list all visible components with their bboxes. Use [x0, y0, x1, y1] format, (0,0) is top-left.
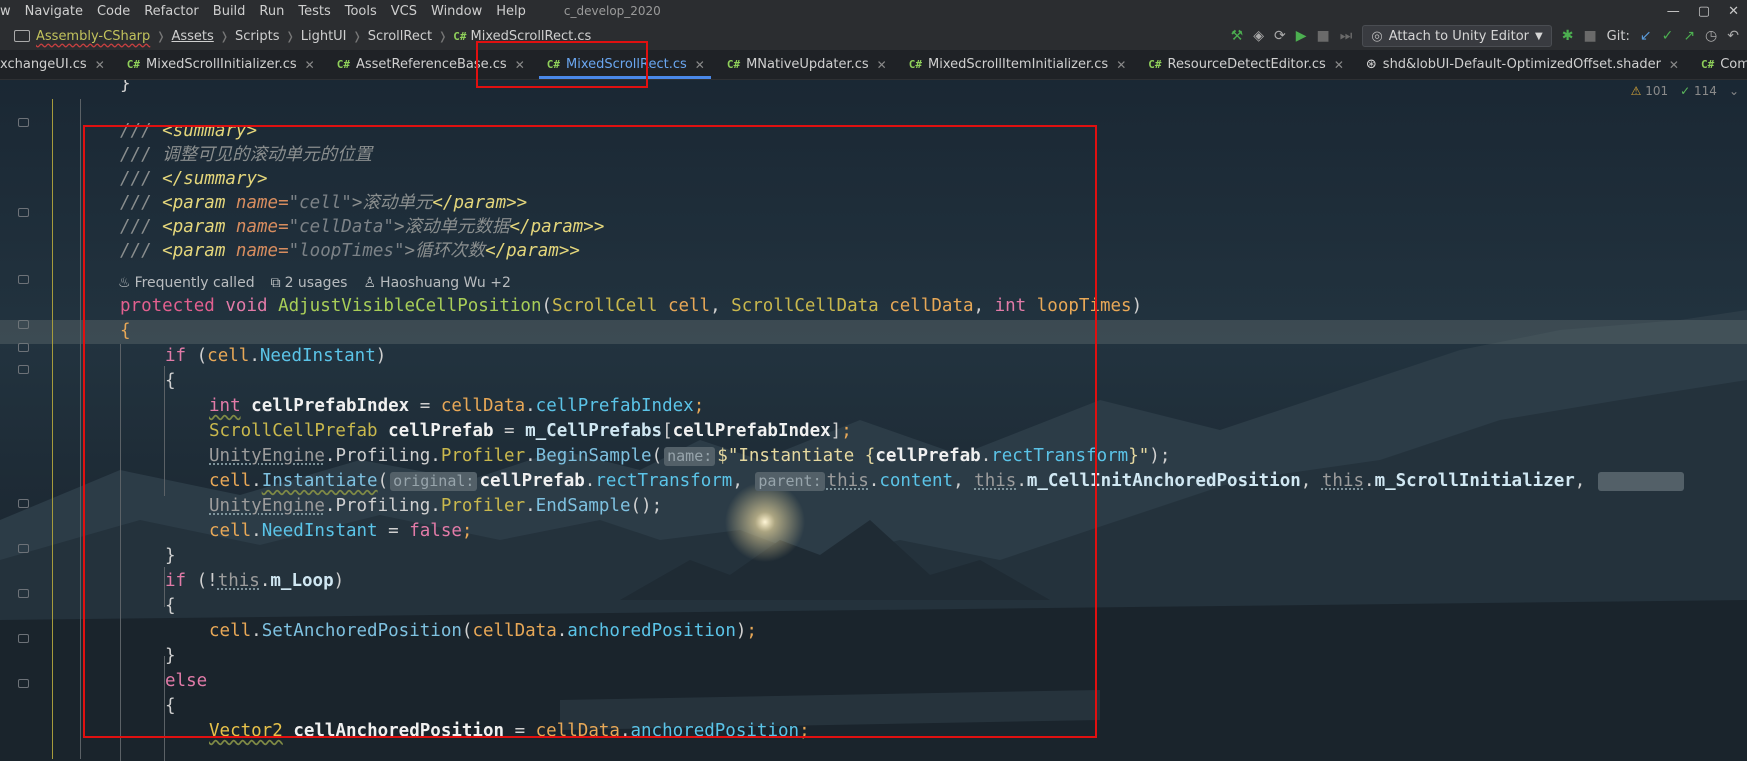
attach-label: Attach to Unity Editor [1388, 28, 1529, 44]
menu-item-window[interactable]: w [0, 4, 11, 19]
chevron-right-icon: ❭ [219, 29, 230, 43]
menu-item-navigate[interactable]: Navigate [25, 4, 83, 19]
rollback-icon[interactable]: ↶ [1727, 28, 1739, 44]
csharp-file-icon: C# [726, 58, 741, 71]
step-icon[interactable]: ⏭ [1340, 28, 1353, 44]
tab-resourcedetecteditor[interactable]: C# ResourceDetectEditor.cs ✕ [1136, 50, 1354, 79]
breadcrumb-assets[interactable]: Assets [171, 29, 213, 44]
close-icon[interactable]: ✕ [95, 58, 105, 72]
menu-item-tools[interactable]: Tools [345, 4, 377, 19]
window-controls: — ▢ ✕ [1667, 0, 1739, 22]
warnings-count-value: 101 [1645, 84, 1669, 98]
navigation-bar: Assembly-CSharp ❭ Assets ❭ Scripts ❭ Lig… [0, 22, 1747, 51]
project-title: c_develop_2020 [563, 4, 661, 18]
chevron-right-icon: ❭ [352, 29, 362, 43]
tab-mixedscrolliteminitializer[interactable]: C# MixedScrollItemInitializer.cs ✕ [897, 50, 1137, 79]
chevron-down-icon: ▼ [1535, 30, 1543, 42]
maximize-icon[interactable]: ▢ [1698, 4, 1710, 19]
shader-file-icon: ⊛ [1365, 57, 1377, 72]
tab-commonexchangeui-itemtemplate[interactable]: C# CommonExchangeUI_ItemTemplate.cs [1689, 50, 1747, 79]
ok-count-value: 114 [1694, 84, 1717, 98]
highlight-box-code [83, 125, 1097, 738]
history-icon[interactable]: ◷ [1705, 28, 1717, 44]
highlight-box-tab [476, 41, 648, 88]
close-icon[interactable]: ✕ [695, 58, 705, 72]
ok-count: ✓ 114 [1680, 84, 1717, 98]
attach-to-unity-dropdown[interactable]: ◎ Attach to Unity Editor ▼ [1362, 25, 1552, 47]
close-window-icon[interactable]: ✕ [1728, 4, 1739, 19]
code-token: } [120, 79, 131, 94]
inspection-widget[interactable]: ⚠ 101 ✓ 114 ⌄ [1631, 84, 1739, 98]
stop-icon[interactable]: ■ [1317, 28, 1330, 44]
tab-label: xchangeUI.cs [0, 57, 87, 72]
breadcrumb-assembly[interactable]: Assembly-CSharp [36, 29, 150, 44]
tab-label: MixedScrollItemInitializer.cs [927, 57, 1109, 72]
tab-label: MixedScrollInitializer.cs [146, 57, 297, 72]
close-icon[interactable]: ✕ [305, 58, 315, 72]
chevron-right-icon: ❭ [285, 29, 295, 43]
chevron-down-icon[interactable]: ⌄ [1729, 84, 1739, 98]
warnings-count: ⚠ 101 [1631, 84, 1669, 98]
breadcrumb-scripts[interactable]: Scripts [235, 29, 279, 44]
build-hammer-icon[interactable]: ⚒ [1231, 28, 1244, 44]
git-commit-icon[interactable]: ✓ [1662, 28, 1674, 44]
unity-attach-icon[interactable]: ◈ [1253, 28, 1264, 44]
csharp-file-icon: C# [1148, 58, 1162, 71]
menu-item-run[interactable]: Run [259, 4, 284, 19]
tab-mixedscrollinitializer[interactable]: C# MixedScrollInitializer.cs ✕ [115, 50, 325, 79]
close-icon[interactable]: ✕ [877, 58, 887, 72]
check-icon: ✓ [1680, 84, 1691, 98]
menu-bar: w Navigate Code Refactor Build Run Tests… [0, 0, 1747, 22]
menu-item-refactor[interactable]: Refactor [144, 4, 199, 19]
csharp-file-icon: C# [126, 58, 141, 71]
close-icon[interactable]: ✕ [1116, 58, 1126, 72]
run-icon[interactable]: ▶ [1296, 28, 1307, 44]
toolbar: ⚒ ◈ ⟳ ▶ ■ ⏭ ◎ Attach to Unity Editor ▼ ✱… [1231, 22, 1747, 50]
chevron-right-icon: ❭ [438, 29, 448, 43]
solution-icon [14, 30, 30, 42]
attach-icon: ◎ [1371, 28, 1383, 44]
warning-icon: ⚠ [1630, 84, 1642, 98]
chevron-right-icon: ❭ [156, 29, 166, 43]
editor-tab-bar: xchangeUI.cs ✕ C# MixedScrollInitializer… [0, 50, 1747, 80]
breadcrumb-lightui[interactable]: LightUI [301, 29, 347, 44]
tab-label: ResourceDetectEditor.cs [1167, 57, 1326, 72]
menu-item-help[interactable]: Help [496, 4, 526, 19]
tab-label: MNativeUpdater.cs [746, 57, 869, 72]
menu-item-vcs[interactable]: VCS [391, 4, 417, 19]
csharp-file-icon: C# [1700, 58, 1715, 71]
breadcrumb-scrollrect[interactable]: ScrollRect [368, 29, 432, 44]
menu-item-tests[interactable]: Tests [298, 4, 330, 19]
tab-exchangeui[interactable]: xchangeUI.cs ✕ [0, 50, 115, 79]
debug-bug-icon[interactable]: ✱ [1562, 28, 1574, 44]
indent-guide [80, 99, 81, 759]
close-icon[interactable]: ✕ [1334, 58, 1344, 72]
menu-item-build[interactable]: Build [213, 4, 246, 19]
close-icon[interactable]: ✕ [1669, 58, 1679, 72]
indent-guide [52, 99, 53, 759]
csharp-file-icon: C# [908, 58, 922, 71]
tab-shader[interactable]: ⊛ shd&lobUI-Default-OptimizedOffset.shad… [1354, 50, 1689, 79]
menu-item-window-menu[interactable]: Window [431, 4, 482, 19]
csharp-file-icon: C# [453, 29, 467, 43]
tab-label: shd&lobUI-Default-OptimizedOffset.shader [1382, 57, 1661, 72]
git-update-icon[interactable]: ↙ [1640, 28, 1652, 44]
code-line: } [120, 79, 131, 96]
stop-debug-icon[interactable]: ■ [1583, 28, 1596, 44]
csharp-file-icon: C# [336, 58, 350, 71]
git-push-icon[interactable]: ↗ [1683, 28, 1695, 44]
refresh-icon[interactable]: ⟳ [1274, 28, 1286, 44]
tab-mnativeupdater[interactable]: C# MNativeUpdater.cs ✕ [715, 50, 897, 79]
menu-item-code[interactable]: Code [97, 4, 130, 19]
git-label: Git: [1606, 28, 1630, 44]
minimize-icon[interactable]: — [1667, 4, 1680, 19]
tab-label: CommonExchangeUI_ItemTemplate.cs [1720, 57, 1747, 72]
